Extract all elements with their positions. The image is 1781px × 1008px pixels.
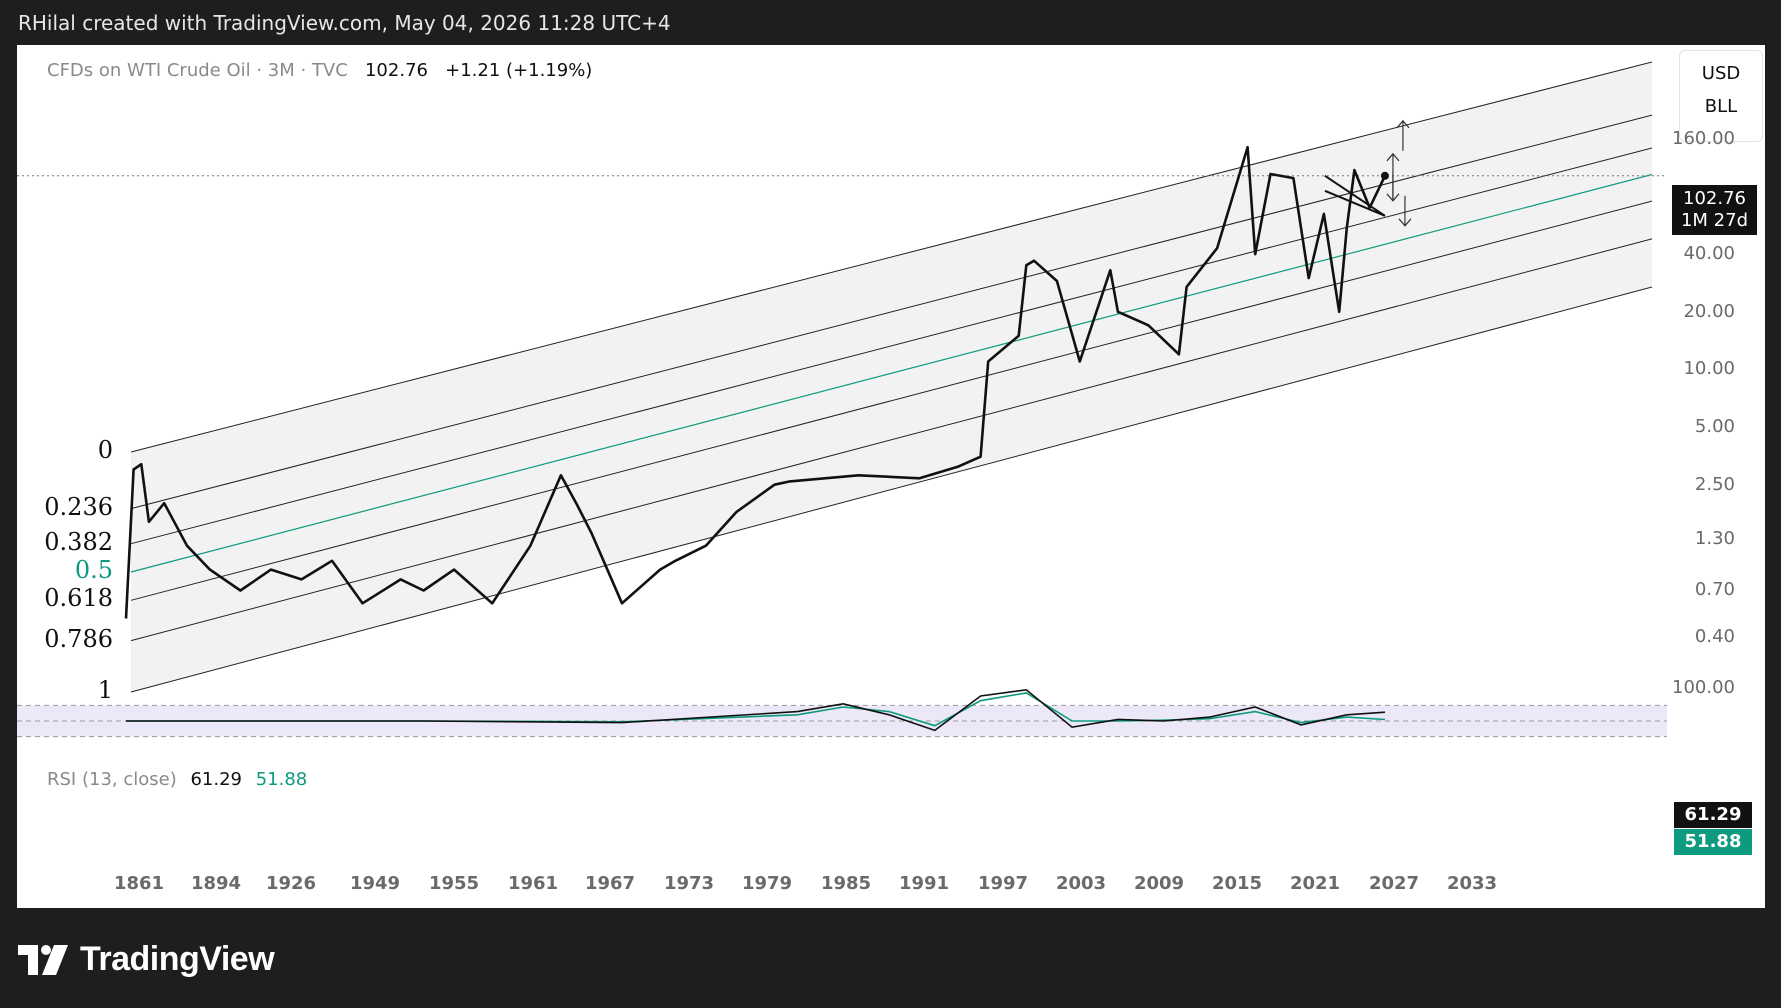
time-tick: 1967	[584, 873, 636, 894]
fib-label: 0.5	[74, 556, 113, 584]
rsi-value-badge: 61.29	[1674, 802, 1752, 828]
rsi-label: RSI (13, close)	[47, 769, 177, 790]
bar-countdown: 1M 27d	[1680, 210, 1749, 231]
last-price-dot	[1380, 171, 1389, 180]
time-tick: 1985	[820, 873, 872, 894]
unit-label[interactable]: BLL	[1680, 96, 1762, 117]
time-tick: 1979	[741, 873, 793, 894]
fib-channel	[17, 61, 1667, 693]
fib-line-0-5	[130, 173, 1653, 573]
currency-label[interactable]: USD	[1680, 63, 1762, 84]
time-tick: 1997	[977, 873, 1029, 894]
price-tick: 1.30	[1694, 528, 1735, 550]
current-price-label: 102.76 1M 27d	[1672, 185, 1757, 235]
tradingview-wordmark: TradingView	[80, 940, 275, 978]
time-tick: 2009	[1133, 873, 1185, 894]
price-tick: 160.00	[1672, 128, 1735, 149]
tradingview-logo-icon	[18, 944, 68, 975]
time-tick: 1949	[349, 873, 401, 894]
price-tick: 20.00	[1683, 300, 1735, 322]
fib-label: 0.618	[44, 584, 113, 613]
time-tick: 1991	[898, 873, 950, 894]
fib-label: 0.236	[44, 492, 113, 521]
time-tick: 1961	[507, 873, 559, 894]
time-tick: 2003	[1055, 873, 1107, 894]
rsi-value: 61.29	[190, 769, 242, 790]
time-tick: 1894	[190, 873, 242, 894]
time-tick: 2027	[1368, 873, 1420, 894]
rsi-ma-badge: 51.88	[1674, 829, 1752, 855]
symbol-legend: CFDs on WTI Crude Oil · 3M · TVC 102.76 …	[47, 60, 592, 81]
time-tick: 2033	[1446, 873, 1498, 894]
price-tick: 0.40	[1694, 626, 1735, 647]
symbol-price: 102.76	[364, 60, 428, 81]
time-tick: 1926	[265, 873, 317, 894]
rsi-legend: RSI (13, close) 61.29 51.88	[47, 769, 307, 790]
time-tick: 1955	[428, 873, 480, 894]
price-tick: 5.00	[1694, 416, 1735, 438]
fib-label: 1	[97, 676, 113, 704]
time-tick: 1861	[113, 873, 165, 894]
current-price-value: 102.76	[1683, 188, 1746, 209]
price-tick: 2.50	[1694, 473, 1735, 495]
rsi-pane	[17, 688, 1667, 738]
fib-label: 0	[97, 436, 113, 464]
symbol-change: +1.21 (+1.19%)	[445, 60, 593, 81]
price-tick: 0.70	[1694, 579, 1735, 601]
rsi-axis-tick: 100.00	[1672, 677, 1735, 698]
price-tick: 40.00	[1683, 243, 1735, 265]
symbol-name: CFDs on WTI Crude Oil · 3M · TVC	[47, 60, 348, 81]
fib-label: 0.382	[44, 527, 113, 556]
chart-header: RHilal created with TradingView.com, May…	[18, 11, 671, 35]
time-tick: 2015	[1211, 873, 1263, 894]
tradingview-logo: TradingView	[18, 940, 275, 979]
chart-panel[interactable]: CFDs on WTI Crude Oil · 3M · TVC 102.76 …	[17, 45, 1765, 908]
rsi-ma-value: 51.88	[255, 769, 308, 790]
time-tick: 2021	[1289, 873, 1341, 894]
time-tick: 1973	[663, 873, 715, 894]
fib-label: 0.786	[44, 624, 113, 653]
price-tick: 10.00	[1683, 358, 1735, 380]
